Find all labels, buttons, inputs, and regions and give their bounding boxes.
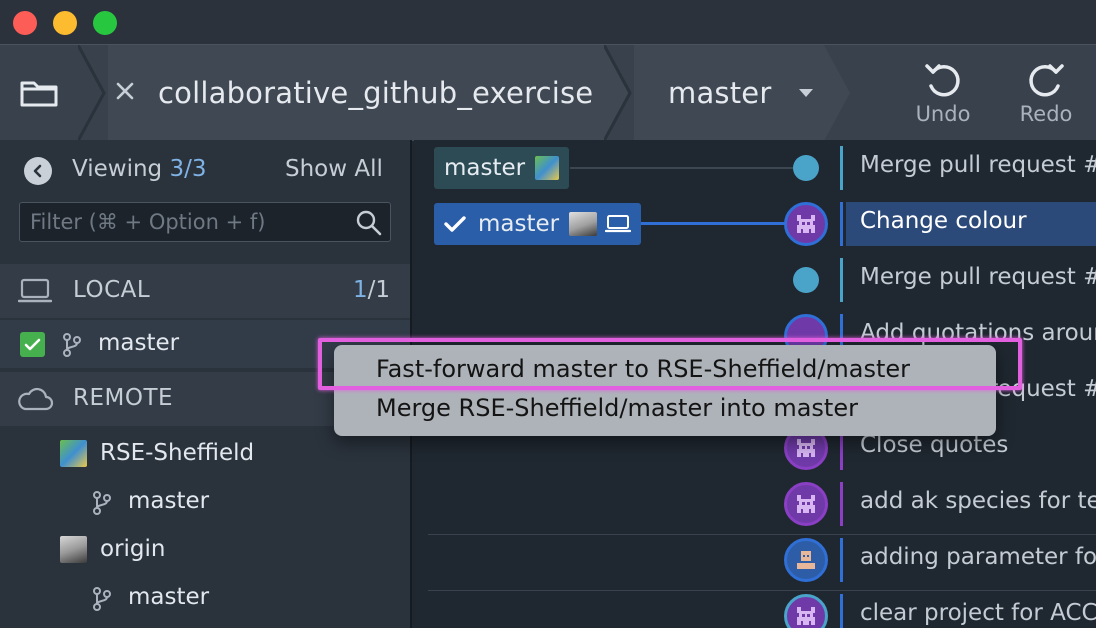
redo-button[interactable]: Redo (996, 45, 1096, 141)
undo-button[interactable]: Undo (893, 45, 993, 141)
cloud-icon (18, 387, 54, 411)
remote-avatar (60, 440, 87, 467)
search-icon (356, 210, 382, 236)
breadcrumb-divider (78, 45, 106, 141)
repo-name: collaborative_github_exercise (158, 76, 594, 110)
viewing-current: 3 (169, 156, 185, 182)
remote-rse-sheffield[interactable]: RSE-Sheffield (0, 430, 410, 478)
menu-item-merge[interactable]: Merge RSE-Sheffield/master into master (376, 394, 858, 422)
author-avatar (784, 482, 828, 526)
local-label: LOCAL (73, 277, 151, 303)
folder-icon (20, 81, 58, 107)
remote-label: REMOTE (73, 385, 174, 411)
viewing-count: Viewing 3/3 (72, 156, 207, 182)
checkbox-checked-icon[interactable] (20, 332, 45, 357)
commit-message: adding parameter for (860, 544, 1096, 570)
viewing-total: 3 (191, 156, 207, 182)
viewing-separator: / (184, 156, 192, 182)
commit-row[interactable]: Merge pull request #9 (414, 252, 1096, 308)
branch-name: master (668, 76, 772, 110)
commit-row-selected[interactable]: Change colour (414, 196, 1096, 252)
commit-dot (793, 155, 819, 181)
author-avatar (784, 538, 828, 582)
undo-icon (925, 64, 960, 97)
branch-label: master (98, 330, 180, 356)
commit-message: Merge pull request # (860, 152, 1096, 178)
commit-row[interactable]: adding parameter for (414, 532, 1096, 588)
branch-icon (63, 333, 81, 357)
commit-row[interactable]: Merge pull request # (414, 140, 1096, 196)
annotation-highlight-box (318, 338, 1022, 390)
commit-message: clear project for ACCE (860, 600, 1096, 626)
remote-avatar (60, 536, 87, 563)
local-count: 1/1 (353, 277, 391, 303)
chevron-down-icon (799, 89, 814, 97)
minimize-window-button[interactable] (53, 11, 77, 35)
commit-message: add ak species for tes (860, 488, 1096, 514)
repo-management-button[interactable] (0, 45, 78, 141)
close-repo-icon[interactable] (116, 82, 134, 104)
commit-bar (840, 538, 843, 582)
undo-label: Undo (915, 102, 971, 126)
redo-icon (1029, 64, 1064, 97)
zoom-window-button[interactable] (93, 11, 117, 35)
commit-dot (793, 267, 819, 293)
redo-label: Redo (1019, 102, 1073, 126)
viewing-label: Viewing (72, 156, 163, 182)
branch-label: master (128, 584, 210, 610)
close-window-button[interactable] (13, 11, 37, 35)
title-bar (0, 0, 1096, 44)
remote-origin[interactable]: origin (0, 526, 410, 574)
remote-branch-master[interactable]: master (0, 478, 410, 526)
remote-name: RSE-Sheffield (100, 440, 255, 466)
author-avatar (784, 594, 828, 628)
commit-bar (840, 258, 843, 302)
breadcrumb-divider (604, 45, 632, 141)
commit-bar (840, 202, 843, 246)
branch-icon (93, 491, 111, 515)
commit-bar (840, 146, 843, 190)
show-all-button[interactable]: Show All (285, 156, 383, 182)
branch-selector[interactable]: master (634, 45, 824, 141)
breadcrumb-divider (824, 45, 850, 141)
repo-selector[interactable]: collaborative_github_exercise (108, 45, 622, 141)
commit-row[interactable]: add ak species for tes (414, 476, 1096, 532)
commit-bar (840, 482, 843, 526)
commit-row[interactable]: clear project for ACCE (414, 588, 1096, 628)
commit-bar (840, 594, 843, 628)
branch-label: master (128, 488, 210, 514)
filter-field[interactable] (19, 202, 391, 242)
author-avatar (784, 202, 828, 246)
branch-icon (93, 587, 111, 611)
remote-name: origin (100, 536, 166, 562)
commit-message: Merge pull request #9 (860, 264, 1096, 290)
filter-input[interactable] (20, 203, 350, 241)
local-section-header[interactable]: LOCAL 1/1 (0, 264, 410, 318)
commit-message: Change colour (860, 208, 1027, 234)
toolbar: collaborative_github_exercise master Und… (0, 44, 1096, 141)
back-icon[interactable] (24, 157, 52, 185)
remote-branch-master[interactable]: master (0, 574, 410, 622)
laptop-icon (18, 278, 52, 303)
